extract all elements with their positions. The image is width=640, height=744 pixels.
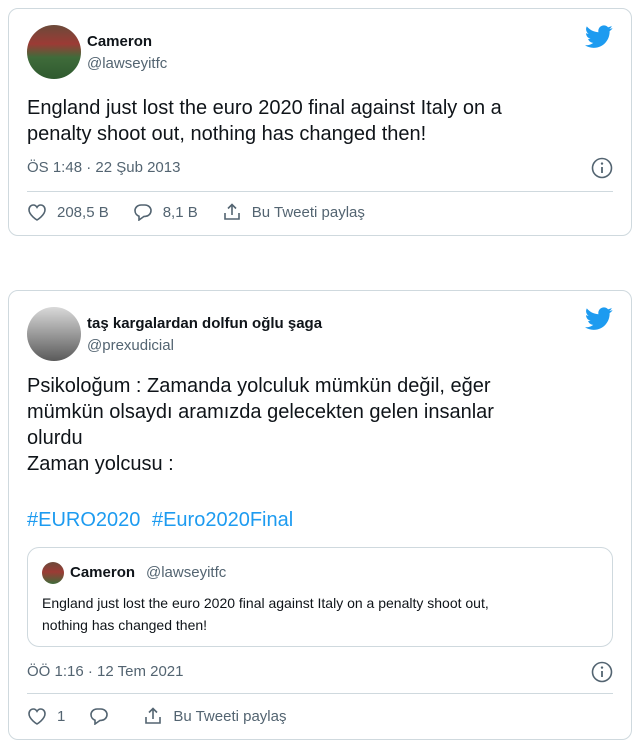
reply-icon (90, 708, 109, 725)
avatar[interactable] (27, 307, 81, 361)
reply-button[interactable]: 8,1 B (133, 203, 198, 221)
share-button[interactable]: Bu Tweeti paylaş (222, 203, 365, 221)
divider (27, 693, 613, 694)
quoted-author-handle: @lawseyitfc (146, 564, 227, 581)
tweet-timestamp[interactable]: ÖÖ 1:16 · 12 Tem 2021 (27, 663, 183, 680)
share-button[interactable]: Bu Tweeti paylaş (143, 707, 286, 725)
divider (27, 191, 613, 192)
quoted-author-name: Cameron (70, 564, 136, 581)
hashtags: #EURO2020 #Euro2020Final (27, 509, 299, 532)
twitter-bird-icon[interactable] (585, 25, 613, 49)
twitter-bird-icon[interactable] (585, 307, 613, 331)
reply-count: 8,1 B (162, 203, 198, 221)
share-icon (223, 203, 240, 220)
quoted-tweet[interactable]: Cameron @lawseyitfc England just lost th… (27, 547, 613, 647)
share-icon (145, 707, 162, 724)
info-icon[interactable] (591, 157, 613, 179)
share-label: Bu Tweeti paylaş (173, 707, 287, 725)
action-bar: 208,5 B 8,1 B Bu Tweeti paylaş (27, 203, 389, 221)
like-button[interactable]: 208,5 B (27, 203, 109, 221)
tweet-card[interactable]: Cameron @lawseyitfc England just lost th… (8, 8, 632, 236)
author-name[interactable]: Cameron (87, 33, 152, 50)
like-button[interactable]: 1 (27, 707, 65, 725)
action-bar: 1 Bu Tweeti paylaş (27, 707, 310, 725)
heart-icon (28, 204, 46, 221)
share-label: Bu Tweeti paylaş (251, 203, 365, 221)
reply-icon (133, 204, 152, 221)
avatar[interactable] (27, 25, 81, 79)
like-count: 1 (57, 707, 66, 725)
heart-icon (28, 708, 46, 725)
author-name[interactable]: taş kargalardan dolfun oğlu şaga (87, 315, 322, 332)
quoted-tweet-text: England just lost the euro 2020 final ag… (42, 595, 489, 633)
tweet-text: England just lost the euro 2020 final ag… (27, 97, 502, 145)
tweet-text: Psikoloğum : Zamanda yolculuk mümkün değ… (27, 375, 494, 475)
hashtag-link[interactable]: #Euro2020Final (152, 509, 293, 531)
author-handle[interactable]: @prexudicial (87, 337, 174, 354)
hashtag-link[interactable]: #EURO2020 (27, 509, 140, 531)
info-icon[interactable] (591, 661, 613, 683)
reply-button[interactable] (89, 707, 119, 725)
quoted-avatar (42, 562, 64, 584)
tweet-timestamp[interactable]: ÖS 1:48 · 22 Şub 2013 (27, 159, 180, 176)
author-handle[interactable]: @lawseyitfc (87, 55, 167, 72)
tweet-card[interactable]: taş kargalardan dolfun oğlu şaga @prexud… (8, 290, 632, 740)
like-count: 208,5 B (57, 203, 109, 221)
